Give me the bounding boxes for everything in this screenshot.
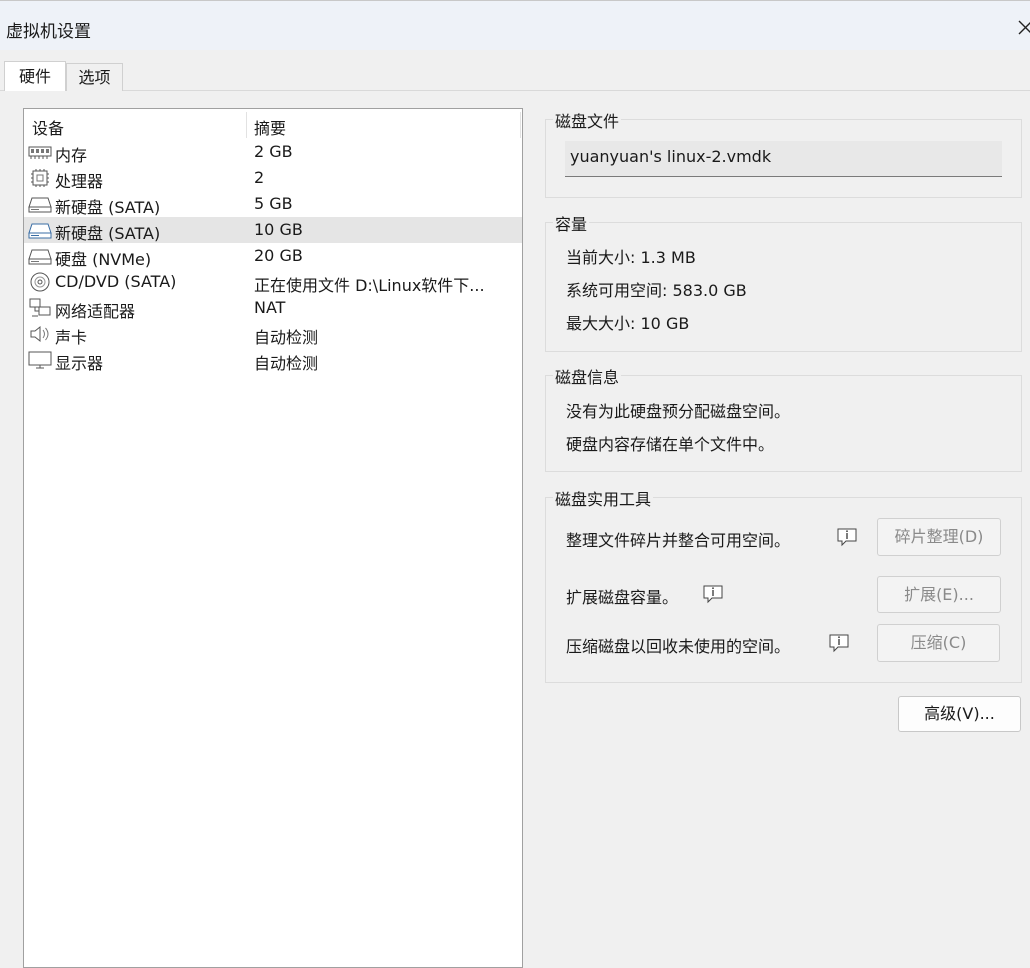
- device-summary: 20 GB: [254, 246, 303, 265]
- device-row-sound-card[interactable]: 声卡 自动检测: [24, 321, 522, 347]
- device-summary: 正在使用文件 D:\Linux软件下...: [254, 276, 485, 295]
- device-summary: NAT: [254, 298, 286, 317]
- hard-disk-icon: [28, 223, 52, 239]
- device-name: 硬盘 (NVMe): [55, 250, 152, 269]
- device-name: 新硬盘 (SATA): [55, 224, 161, 243]
- disk-utilities-group-title: 磁盘实用工具: [553, 486, 654, 510]
- column-divider: [246, 112, 247, 138]
- max-size-row: 最大大小: 10 GB: [566, 310, 689, 334]
- memory-icon: [28, 146, 52, 159]
- compact-description: 压缩磁盘以回收未使用的空间。: [566, 637, 791, 656]
- device-summary: 2 GB: [254, 142, 293, 161]
- available-space-value: 583.0 GB: [672, 281, 747, 300]
- device-row-hard-disk-nvme[interactable]: 硬盘 (NVMe) 20 GB: [24, 243, 522, 269]
- device-row-display[interactable]: 显示器 自动检测: [24, 347, 522, 373]
- max-size-label: 最大大小:: [566, 314, 636, 333]
- device-row-new-hard-disk-sata[interactable]: 新硬盘 (SATA) 5 GB: [24, 191, 522, 217]
- defragment-info-button[interactable]: [836, 527, 858, 547]
- current-size-label: 当前大小:: [566, 248, 636, 267]
- device-name: 声卡: [55, 328, 88, 347]
- device-summary: 10 GB: [254, 220, 303, 239]
- close-icon: [1018, 20, 1030, 35]
- hard-disk-icon: [28, 197, 52, 213]
- device-name: CD/DVD (SATA): [55, 272, 177, 291]
- speaker-icon: [30, 325, 49, 343]
- disk-file-group-title: 磁盘文件: [553, 108, 622, 132]
- advanced-button[interactable]: 高级(V)...: [898, 696, 1021, 732]
- window-title: 虚拟机设置: [6, 22, 91, 42]
- cd-dvd-icon: [30, 272, 50, 292]
- compact-button[interactable]: 压缩(C): [877, 624, 1000, 662]
- monitor-icon: [28, 351, 52, 369]
- device-row-memory[interactable]: 内存 2 GB: [24, 139, 522, 165]
- info-icon: [837, 528, 857, 547]
- device-summary: 5 GB: [254, 194, 293, 213]
- disk-info-line-2: 硬盘内容存储在单个文件中。: [566, 435, 775, 454]
- device-name: 显示器: [55, 354, 104, 373]
- defragment-description: 整理文件碎片并整合可用空间。: [566, 531, 791, 550]
- available-space-label: 系统可用空间:: [566, 281, 668, 300]
- device-name: 网络适配器: [55, 302, 136, 321]
- device-summary: 2: [254, 168, 265, 187]
- disk-info-group: [545, 375, 1022, 472]
- disk-info-group-title: 磁盘信息: [553, 364, 622, 388]
- device-row-cd-dvd[interactable]: CD/DVD (SATA) 正在使用文件 D:\Linux软件下...: [24, 269, 522, 295]
- expand-button[interactable]: 扩展(E)...: [877, 576, 1001, 613]
- title-bar: 虚拟机设置: [0, 0, 1030, 50]
- device-summary: 自动检测: [254, 328, 319, 347]
- defragment-button[interactable]: 碎片整理(D): [877, 518, 1001, 556]
- tab-options[interactable]: 选项: [66, 63, 123, 91]
- compact-info-button[interactable]: [828, 633, 850, 653]
- available-space-row: 系统可用空间: 583.0 GB: [566, 277, 747, 301]
- tab-hardware[interactable]: 硬件: [4, 61, 66, 91]
- device-name: 新硬盘 (SATA): [55, 198, 161, 217]
- current-size-row: 当前大小: 1.3 MB: [566, 244, 696, 268]
- device-row-processor[interactable]: 处理器 2: [24, 165, 522, 191]
- device-summary: 自动检测: [254, 354, 319, 373]
- device-row-network-adapter[interactable]: 网络适配器 NAT: [24, 295, 522, 321]
- max-size-value: 10 GB: [640, 314, 690, 333]
- info-icon: [829, 634, 849, 653]
- expand-info-button[interactable]: [702, 584, 724, 604]
- network-adapter-icon: [29, 298, 51, 317]
- tab-strip-divider: [0, 90, 1030, 91]
- device-list[interactable]: 设备 摘要 内存 2 GB 处理器 2 新硬盘 (SATA) 5 GB 新硬盘 …: [23, 108, 523, 968]
- column-header-summary[interactable]: 摘要: [254, 115, 286, 139]
- device-name: 内存: [55, 146, 88, 165]
- hard-disk-icon: [28, 249, 52, 265]
- processor-icon: [31, 169, 49, 187]
- info-icon: [703, 585, 723, 604]
- capacity-group-title: 容量: [553, 211, 590, 235]
- column-divider: [520, 112, 521, 138]
- disk-info-line-1: 没有为此硬盘预分配磁盘空间。: [566, 402, 791, 421]
- device-row-new-hard-disk-sata-selected[interactable]: 新硬盘 (SATA) 10 GB: [24, 217, 522, 243]
- close-button[interactable]: [1014, 13, 1030, 39]
- current-size-value: 1.3 MB: [640, 248, 696, 267]
- disk-file-field[interactable]: yuanyuan's linux-2.vmdk: [565, 141, 1002, 177]
- column-header-device[interactable]: 设备: [32, 115, 64, 139]
- expand-description: 扩展磁盘容量。: [566, 588, 679, 607]
- device-name: 处理器: [55, 172, 104, 191]
